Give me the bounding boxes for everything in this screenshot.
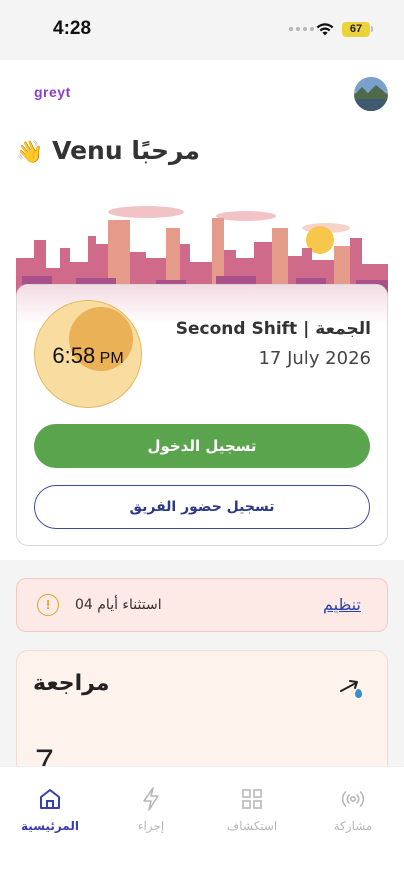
tab-share[interactable]: مشاركة: [308, 785, 398, 833]
grid-icon: [207, 785, 297, 813]
exceptions-count: 04 استثناء أيام: [75, 597, 162, 613]
battery-icon: 67: [342, 22, 370, 37]
exceptions-banner[interactable]: تنظيم 04 استثناء أيام !: [16, 578, 388, 632]
wifi-icon: [316, 23, 334, 36]
shift-title: الجمعة | Second Shift: [175, 319, 371, 339]
current-time-value: 6:58: [52, 343, 96, 368]
current-time: 6:58 PM: [34, 343, 142, 369]
water-drop-icon: [355, 689, 362, 698]
team-attendance-button[interactable]: تسجيل حضور الفريق: [34, 485, 370, 529]
avatar-image: [354, 77, 388, 111]
tab-explore-label: استكشاف: [226, 819, 278, 833]
bottom-tab-bar: المرئيسية إجراء استكشاف مشاركة: [0, 766, 404, 876]
tab-home-label: المرئيسية: [21, 819, 79, 833]
app-logo: greyt: [34, 84, 71, 100]
home-icon: [5, 785, 95, 813]
current-time-period: PM: [99, 350, 124, 367]
status-time: 4:28: [53, 18, 92, 39]
warning-icon: !: [37, 594, 59, 616]
greeting-name: Venu: [52, 136, 123, 165]
page-title: 👋 Venu مرحبًا: [16, 136, 200, 165]
lightning-icon: [106, 785, 196, 813]
tab-action-label: إجراء: [137, 819, 165, 833]
avatar[interactable]: [354, 77, 388, 111]
tab-action[interactable]: إجراء: [106, 785, 196, 833]
city-skyline-illustration: [16, 206, 388, 298]
shift-card: 6:58 PM الجمعة | Second Shift 17 July 20…: [16, 284, 388, 546]
tab-explore[interactable]: استكشاف: [207, 785, 297, 833]
manage-link[interactable]: تنظيم: [323, 595, 361, 614]
status-bar: 4:28 67: [0, 0, 404, 60]
greeting-word: مرحبًا: [131, 136, 201, 165]
waving-hand-icon: 👋: [16, 140, 44, 165]
battery-tip: [371, 26, 373, 32]
broadcast-icon: [308, 785, 398, 813]
check-in-button[interactable]: تسجيل الدخول: [34, 424, 370, 468]
tab-home[interactable]: المرئيسية: [5, 785, 95, 833]
cellular-signal-icon: [289, 27, 314, 31]
shift-date: 17 July 2026: [258, 348, 371, 369]
tab-share-label: مشاركة: [333, 819, 373, 833]
review-title: مراجعة: [33, 671, 110, 696]
